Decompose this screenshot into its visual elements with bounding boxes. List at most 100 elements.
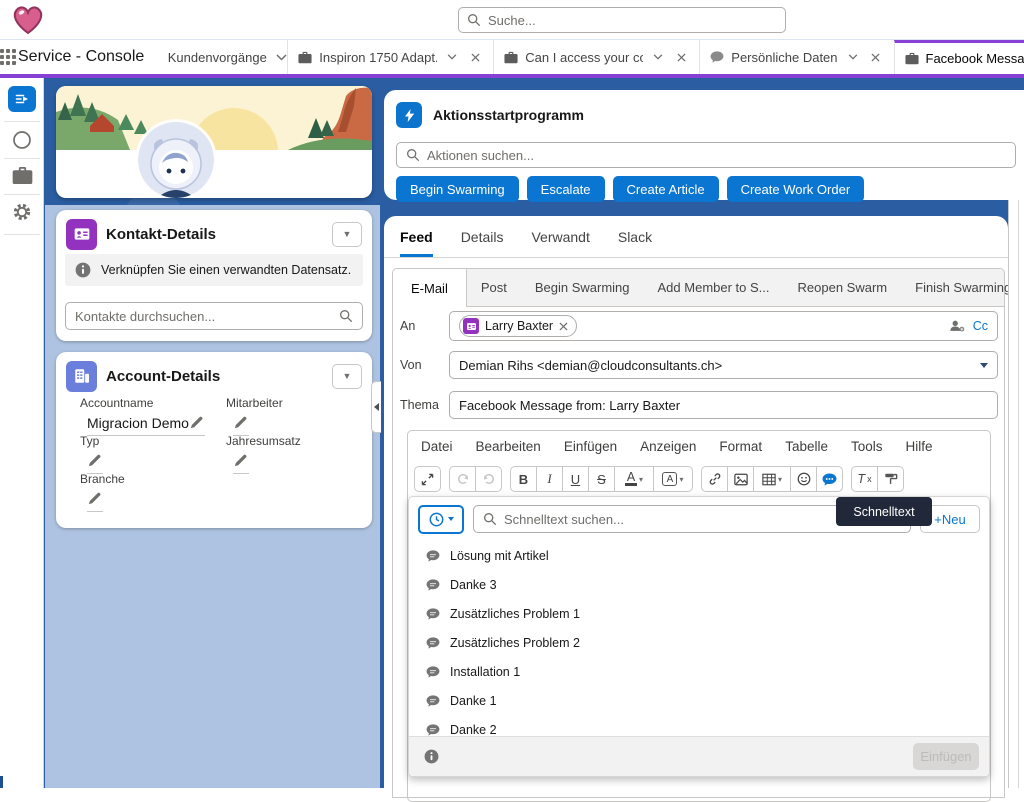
- underline-button[interactable]: U: [562, 466, 589, 492]
- contact-icon: [463, 318, 479, 334]
- quicktext-item[interactable]: Danke 1: [409, 686, 989, 715]
- composer-tab-finish-swarming[interactable]: Finish Swarming: [901, 269, 1024, 306]
- emoji-button[interactable]: [790, 466, 817, 492]
- edit-accountname-button[interactable]: [189, 415, 205, 431]
- recipient-pill[interactable]: Larry Baxter: [459, 315, 577, 337]
- remove-recipient-icon[interactable]: [559, 322, 568, 331]
- escalate-button[interactable]: Escalate: [527, 176, 605, 202]
- composer-tab-add-member[interactable]: Add Member to S...: [644, 269, 784, 306]
- undo-button[interactable]: [475, 466, 502, 492]
- clear-format-button[interactable]: Tx: [851, 466, 878, 492]
- primary-tab-chevron-button[interactable]: [276, 40, 287, 74]
- utility-availability-button[interactable]: [0, 130, 44, 150]
- image-button[interactable]: [727, 466, 754, 492]
- app-launcher-button[interactable]: [0, 40, 16, 74]
- composer-tab-email[interactable]: E-Mail: [393, 269, 467, 307]
- quicktext-item[interactable]: Lösung mit Artikel: [409, 541, 989, 570]
- tab-close-button[interactable]: [868, 49, 884, 65]
- composer-tab-reopen-swarm[interactable]: Reopen Swarm: [784, 269, 902, 306]
- contact-card-menu-button[interactable]: ▼: [332, 222, 362, 247]
- chat-bubble-icon: [426, 666, 440, 678]
- global-search-input[interactable]: [488, 13, 777, 28]
- subject-input[interactable]: [459, 398, 988, 413]
- quicktext-recent-button[interactable]: [418, 505, 464, 534]
- menu-anzeigen[interactable]: Anzeigen: [640, 439, 696, 454]
- utility-bar-edge: [0, 776, 3, 788]
- action-launcher-title: Aktionsstartprogramm: [433, 107, 584, 123]
- insert-quicktext-button[interactable]: Einfügen: [913, 743, 979, 770]
- divider: [4, 158, 40, 159]
- table-button[interactable]: ▾: [753, 466, 791, 492]
- edit-mitarbeiter-button[interactable]: [233, 415, 249, 431]
- menu-datei[interactable]: Datei: [421, 439, 453, 454]
- nav-tab-kundenvorgaenge[interactable]: Kundenvorgänge: [158, 40, 276, 74]
- quicktext-tooltip: Schnelltext: [836, 497, 932, 526]
- heart-logo-icon[interactable]: [12, 5, 44, 35]
- italic-button[interactable]: I: [536, 466, 563, 492]
- edit-branche-button[interactable]: [87, 491, 103, 507]
- tab-chevron-button[interactable]: [845, 49, 861, 65]
- menu-einfuegen[interactable]: Einfügen: [564, 439, 617, 454]
- chat-bubble-icon: [426, 608, 440, 620]
- search-icon: [467, 13, 481, 27]
- utility-actions-button[interactable]: [0, 86, 44, 112]
- workspace-tab-can-i-access[interactable]: Can I access your co...: [493, 40, 699, 74]
- redo-button[interactable]: [449, 466, 476, 492]
- menu-format[interactable]: Format: [719, 439, 762, 454]
- cc-link[interactable]: Cc: [973, 319, 988, 333]
- tab-chevron-button[interactable]: [650, 49, 666, 65]
- tab-close-button[interactable]: [467, 49, 483, 65]
- text-color-button[interactable]: A▾: [614, 466, 654, 492]
- case-icon: [504, 51, 518, 64]
- menu-bearbeiten[interactable]: Bearbeiten: [476, 439, 541, 454]
- action-search-input[interactable]: [427, 148, 1006, 163]
- add-person-icon[interactable]: [949, 319, 965, 333]
- begin-swarming-button[interactable]: Begin Swarming: [396, 176, 519, 202]
- background-color-button[interactable]: A▾: [653, 466, 693, 492]
- menu-tools[interactable]: Tools: [851, 439, 883, 454]
- utility-settings-button[interactable]: [0, 201, 44, 223]
- quicktext-item[interactable]: Danke 3: [409, 570, 989, 599]
- tab-slack[interactable]: Slack: [618, 216, 652, 257]
- tab-verwandt[interactable]: Verwandt: [531, 216, 589, 257]
- bold-button[interactable]: B: [510, 466, 537, 492]
- to-field[interactable]: Larry Baxter Cc: [449, 311, 998, 341]
- menu-hilfe[interactable]: Hilfe: [905, 439, 932, 454]
- tab-chevron-button[interactable]: [444, 49, 460, 65]
- chat-bubble-icon: [426, 550, 440, 562]
- composer-tab-begin-swarming[interactable]: Begin Swarming: [521, 269, 644, 306]
- search-icon: [483, 512, 497, 526]
- quicktext-list: Lösung mit Artikel Danke 3 Zusätzliches …: [409, 541, 989, 744]
- workspace-tab-inspiron[interactable]: Inspiron 1750 Adapt...: [287, 40, 493, 74]
- quicktext-item[interactable]: Zusätzliches Problem 2: [409, 628, 989, 657]
- from-combobox[interactable]: Demian Rihs <demian@cloudconsultants.ch>: [449, 351, 998, 379]
- expand-button[interactable]: [414, 466, 441, 492]
- create-article-button[interactable]: Create Article: [613, 176, 719, 202]
- search-icon: [339, 309, 353, 323]
- info-icon: [75, 262, 91, 278]
- quicktext-item[interactable]: Installation 1: [409, 657, 989, 686]
- link-button[interactable]: [701, 466, 728, 492]
- scrollbar-gutter[interactable]: [1008, 200, 1024, 788]
- workspace-tab-facebook-message[interactable]: Facebook Message fr...: [894, 40, 1024, 74]
- utility-cases-button[interactable]: [0, 166, 44, 185]
- panel-collapse-handle[interactable]: [371, 381, 381, 433]
- format-painter-button[interactable]: [877, 466, 904, 492]
- contact-search-input[interactable]: [75, 309, 339, 324]
- tab-close-button[interactable]: [673, 49, 689, 65]
- menu-tabelle[interactable]: Tabelle: [785, 439, 828, 454]
- tab-details[interactable]: Details: [461, 216, 504, 257]
- account-card-menu-button[interactable]: ▼: [332, 364, 362, 389]
- create-work-order-button[interactable]: Create Work Order: [727, 176, 865, 202]
- quick-text-button[interactable]: [816, 466, 843, 492]
- landscape-illustration: [56, 86, 372, 150]
- divider: [4, 234, 40, 235]
- chat-bubble-icon: [426, 724, 440, 736]
- edit-jahresumsatz-button[interactable]: [233, 453, 249, 469]
- edit-typ-button[interactable]: [87, 453, 103, 469]
- composer-tab-post[interactable]: Post: [467, 269, 521, 306]
- workspace-tab-persoenliche-daten[interactable]: Persönliche Daten: [699, 40, 893, 74]
- quicktext-item[interactable]: Zusätzliches Problem 1: [409, 599, 989, 628]
- strikethrough-button[interactable]: S: [588, 466, 615, 492]
- tab-feed[interactable]: Feed: [400, 216, 433, 257]
